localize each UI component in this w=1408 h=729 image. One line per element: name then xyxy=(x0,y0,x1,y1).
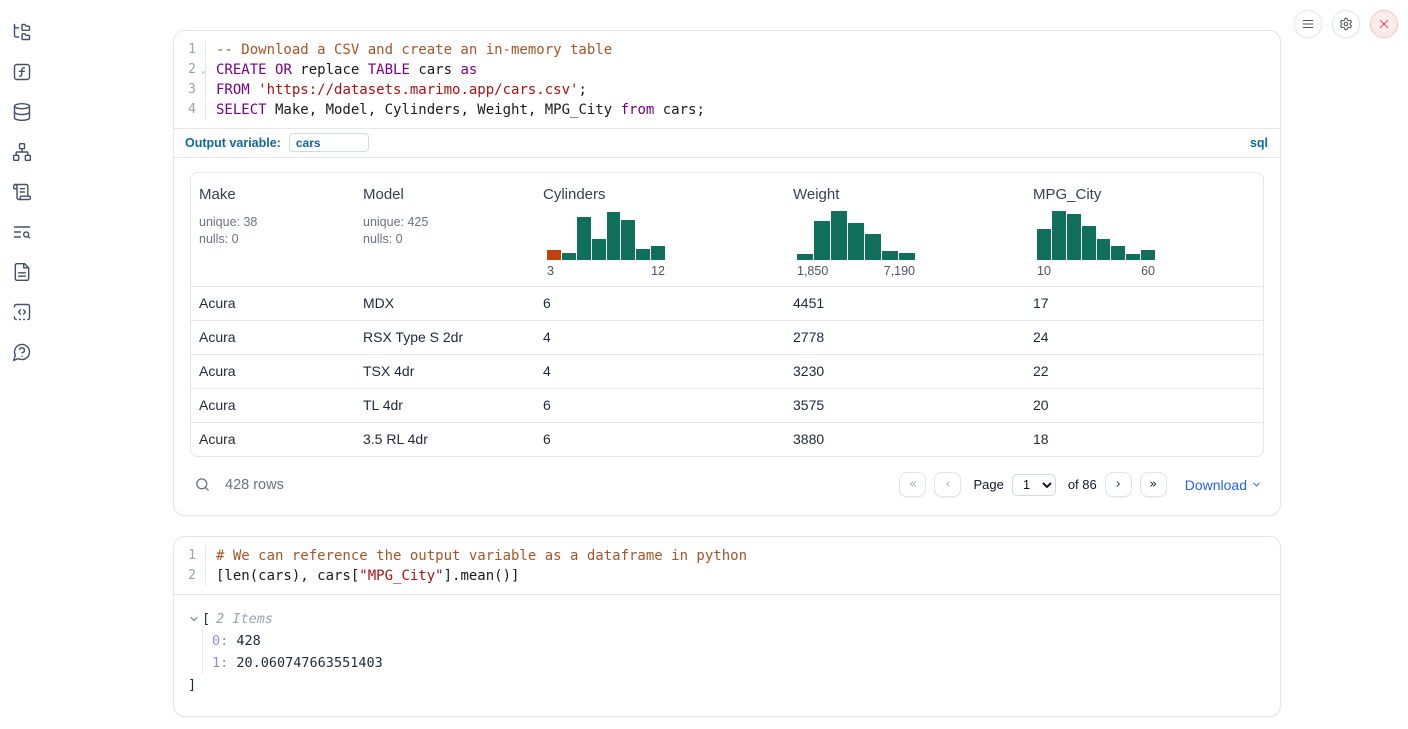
line-number: 1 xyxy=(174,40,206,60)
output-variable-row: Output variable: sql xyxy=(174,128,1280,158)
code-line: 4 SELECT Make, Model, Cylinders, Weight,… xyxy=(174,100,1280,120)
snippets-icon[interactable] xyxy=(10,300,34,324)
row-count: 428 rows xyxy=(225,477,284,493)
hist-min: 1,850 xyxy=(797,264,828,278)
code-text[interactable]: -- Download a CSV and create an in-memor… xyxy=(206,40,612,60)
code-line: 3 FROM 'https://datasets.marimo.app/cars… xyxy=(174,80,1280,100)
prev-page-button[interactable]: ‹ xyxy=(934,472,961,497)
code-line: 2 ⌄ CREATE OR replace TABLE cars as xyxy=(174,60,1280,80)
list-output: [ 2 Items 0: 428 1: 20.060747663551403 ] xyxy=(174,595,1280,716)
code-text[interactable]: SELECT Make, Model, Cylinders, Weight, M… xyxy=(206,100,705,120)
output-variable-label: Output variable: xyxy=(185,136,281,150)
line-number: 1 xyxy=(174,546,206,566)
hist-max: 12 xyxy=(651,264,665,278)
cylinders-histogram[interactable] xyxy=(547,208,665,260)
page-select[interactable]: 1 xyxy=(1012,474,1056,496)
sql-cell: 1 -- Download a CSV and create an in-mem… xyxy=(173,30,1281,516)
code-text[interactable]: CREATE OR replace TABLE cars as xyxy=(206,60,477,80)
table-row[interactable]: Acura 3.5 RL 4dr 6 3880 18 xyxy=(191,422,1263,456)
page-label: Page xyxy=(973,477,1003,492)
python-editor[interactable]: 1 # We can reference the output variable… xyxy=(174,537,1280,594)
last-page-button[interactable]: » xyxy=(1140,472,1167,497)
logs-search-icon[interactable] xyxy=(10,220,34,244)
nulls-count: nulls: 0 xyxy=(363,231,527,248)
page-total: of 86 xyxy=(1068,477,1097,492)
hist-min: 10 xyxy=(1037,264,1051,278)
chevron-down-icon xyxy=(1251,479,1262,490)
close-icon xyxy=(1377,17,1391,31)
table-row[interactable]: Acura MDX 6 4451 17 xyxy=(191,286,1263,320)
gear-icon xyxy=(1339,17,1353,31)
dependency-graph-icon[interactable] xyxy=(10,140,34,164)
notebook-controls xyxy=(1294,10,1398,38)
menu-button[interactable] xyxy=(1294,10,1322,38)
menu-icon xyxy=(1301,17,1315,31)
unique-count: unique: 425 xyxy=(363,214,527,231)
table-row[interactable]: Acura TSX 4dr 4 3230 22 xyxy=(191,354,1263,388)
nulls-count: nulls: 0 xyxy=(199,231,347,248)
code-line: 2 [len(cars), cars["MPG_City"].mean()] xyxy=(174,566,1280,586)
code-text[interactable]: FROM 'https://datasets.marimo.app/cars.c… xyxy=(206,80,587,100)
notebook-cells: 1 -- Download a CSV and create an in-mem… xyxy=(173,30,1281,717)
next-page-button[interactable]: › xyxy=(1105,472,1132,497)
download-button[interactable]: Download xyxy=(1185,477,1262,493)
scratchpad-icon[interactable] xyxy=(10,180,34,204)
language-badge: sql xyxy=(1250,136,1268,150)
first-page-button[interactable]: « xyxy=(899,472,926,497)
line-number: 4 xyxy=(174,100,206,120)
documentation-icon[interactable] xyxy=(10,260,34,284)
sql-editor[interactable]: 1 -- Download a CSV and create an in-mem… xyxy=(174,31,1280,128)
datasources-icon[interactable] xyxy=(10,100,34,124)
table-header-row: Make unique: 38 nulls: 0 Model unique: 4… xyxy=(191,173,1263,286)
line-number: 2 xyxy=(174,566,206,586)
settings-button[interactable] xyxy=(1332,10,1360,38)
list-item: 1: 20.060747663551403 xyxy=(212,652,1264,674)
table-row[interactable]: Acura RSX Type S 2dr 4 2778 24 xyxy=(191,320,1263,354)
functions-icon[interactable] xyxy=(10,60,34,84)
help-icon[interactable] xyxy=(10,340,34,364)
file-explorer-icon[interactable] xyxy=(10,20,34,44)
search-button[interactable] xyxy=(194,476,211,493)
code-line: 1 # We can reference the output variable… xyxy=(174,546,1280,566)
shutdown-button[interactable] xyxy=(1370,10,1398,38)
collapse-chevron-icon[interactable] xyxy=(188,613,200,625)
weight-histogram[interactable] xyxy=(797,208,915,260)
code-line: 1 -- Download a CSV and create an in-mem… xyxy=(174,40,1280,60)
item-value: 20.060747663551403 xyxy=(236,655,382,671)
hist-min: 3 xyxy=(547,264,554,278)
data-table: Make unique: 38 nulls: 0 Model unique: 4… xyxy=(190,172,1264,457)
code-text[interactable]: [len(cars), cars["MPG_City"].mean()] xyxy=(206,566,519,586)
item-index: 1: xyxy=(212,655,228,671)
mpg-city-histogram[interactable] xyxy=(1037,208,1155,260)
items-count: 2 Items xyxy=(216,608,273,630)
column-header-make[interactable]: Make unique: 38 nulls: 0 xyxy=(191,173,355,286)
output-variable-input[interactable] xyxy=(289,133,369,152)
open-bracket: [ xyxy=(202,608,210,630)
fold-chevron-icon[interactable]: ⌄ xyxy=(201,61,206,81)
unique-count: unique: 38 xyxy=(199,214,347,231)
table-footer: 428 rows « ‹ Page 1 of 86 › » Download xyxy=(190,466,1264,505)
item-index: 0: xyxy=(212,633,228,649)
code-text[interactable]: # We can reference the output variable a… xyxy=(206,546,747,566)
table-output: Make unique: 38 nulls: 0 Model unique: 4… xyxy=(174,158,1280,515)
line-number: 3 xyxy=(174,80,206,100)
hist-max: 7,190 xyxy=(884,264,915,278)
column-header-mpg-city[interactable]: MPG_City 10 60 xyxy=(1025,173,1263,286)
hist-max: 60 xyxy=(1141,264,1155,278)
close-bracket: ] xyxy=(188,674,1264,696)
column-header-cylinders[interactable]: Cylinders 3 12 xyxy=(535,173,785,286)
line-number: 2 xyxy=(188,62,196,77)
list-item: 0: 428 xyxy=(212,630,1264,652)
table-row[interactable]: Acura TL 4dr 6 3575 20 xyxy=(191,388,1263,422)
left-sidebar xyxy=(0,0,44,364)
search-icon xyxy=(194,476,211,493)
pagination: « ‹ Page 1 of 86 › » Download xyxy=(899,472,1262,497)
item-value: 428 xyxy=(236,633,260,649)
python-cell: 1 # We can reference the output variable… xyxy=(173,536,1281,717)
column-header-model[interactable]: Model unique: 425 nulls: 0 xyxy=(355,173,535,286)
column-header-weight[interactable]: Weight 1,850 7,190 xyxy=(785,173,1025,286)
